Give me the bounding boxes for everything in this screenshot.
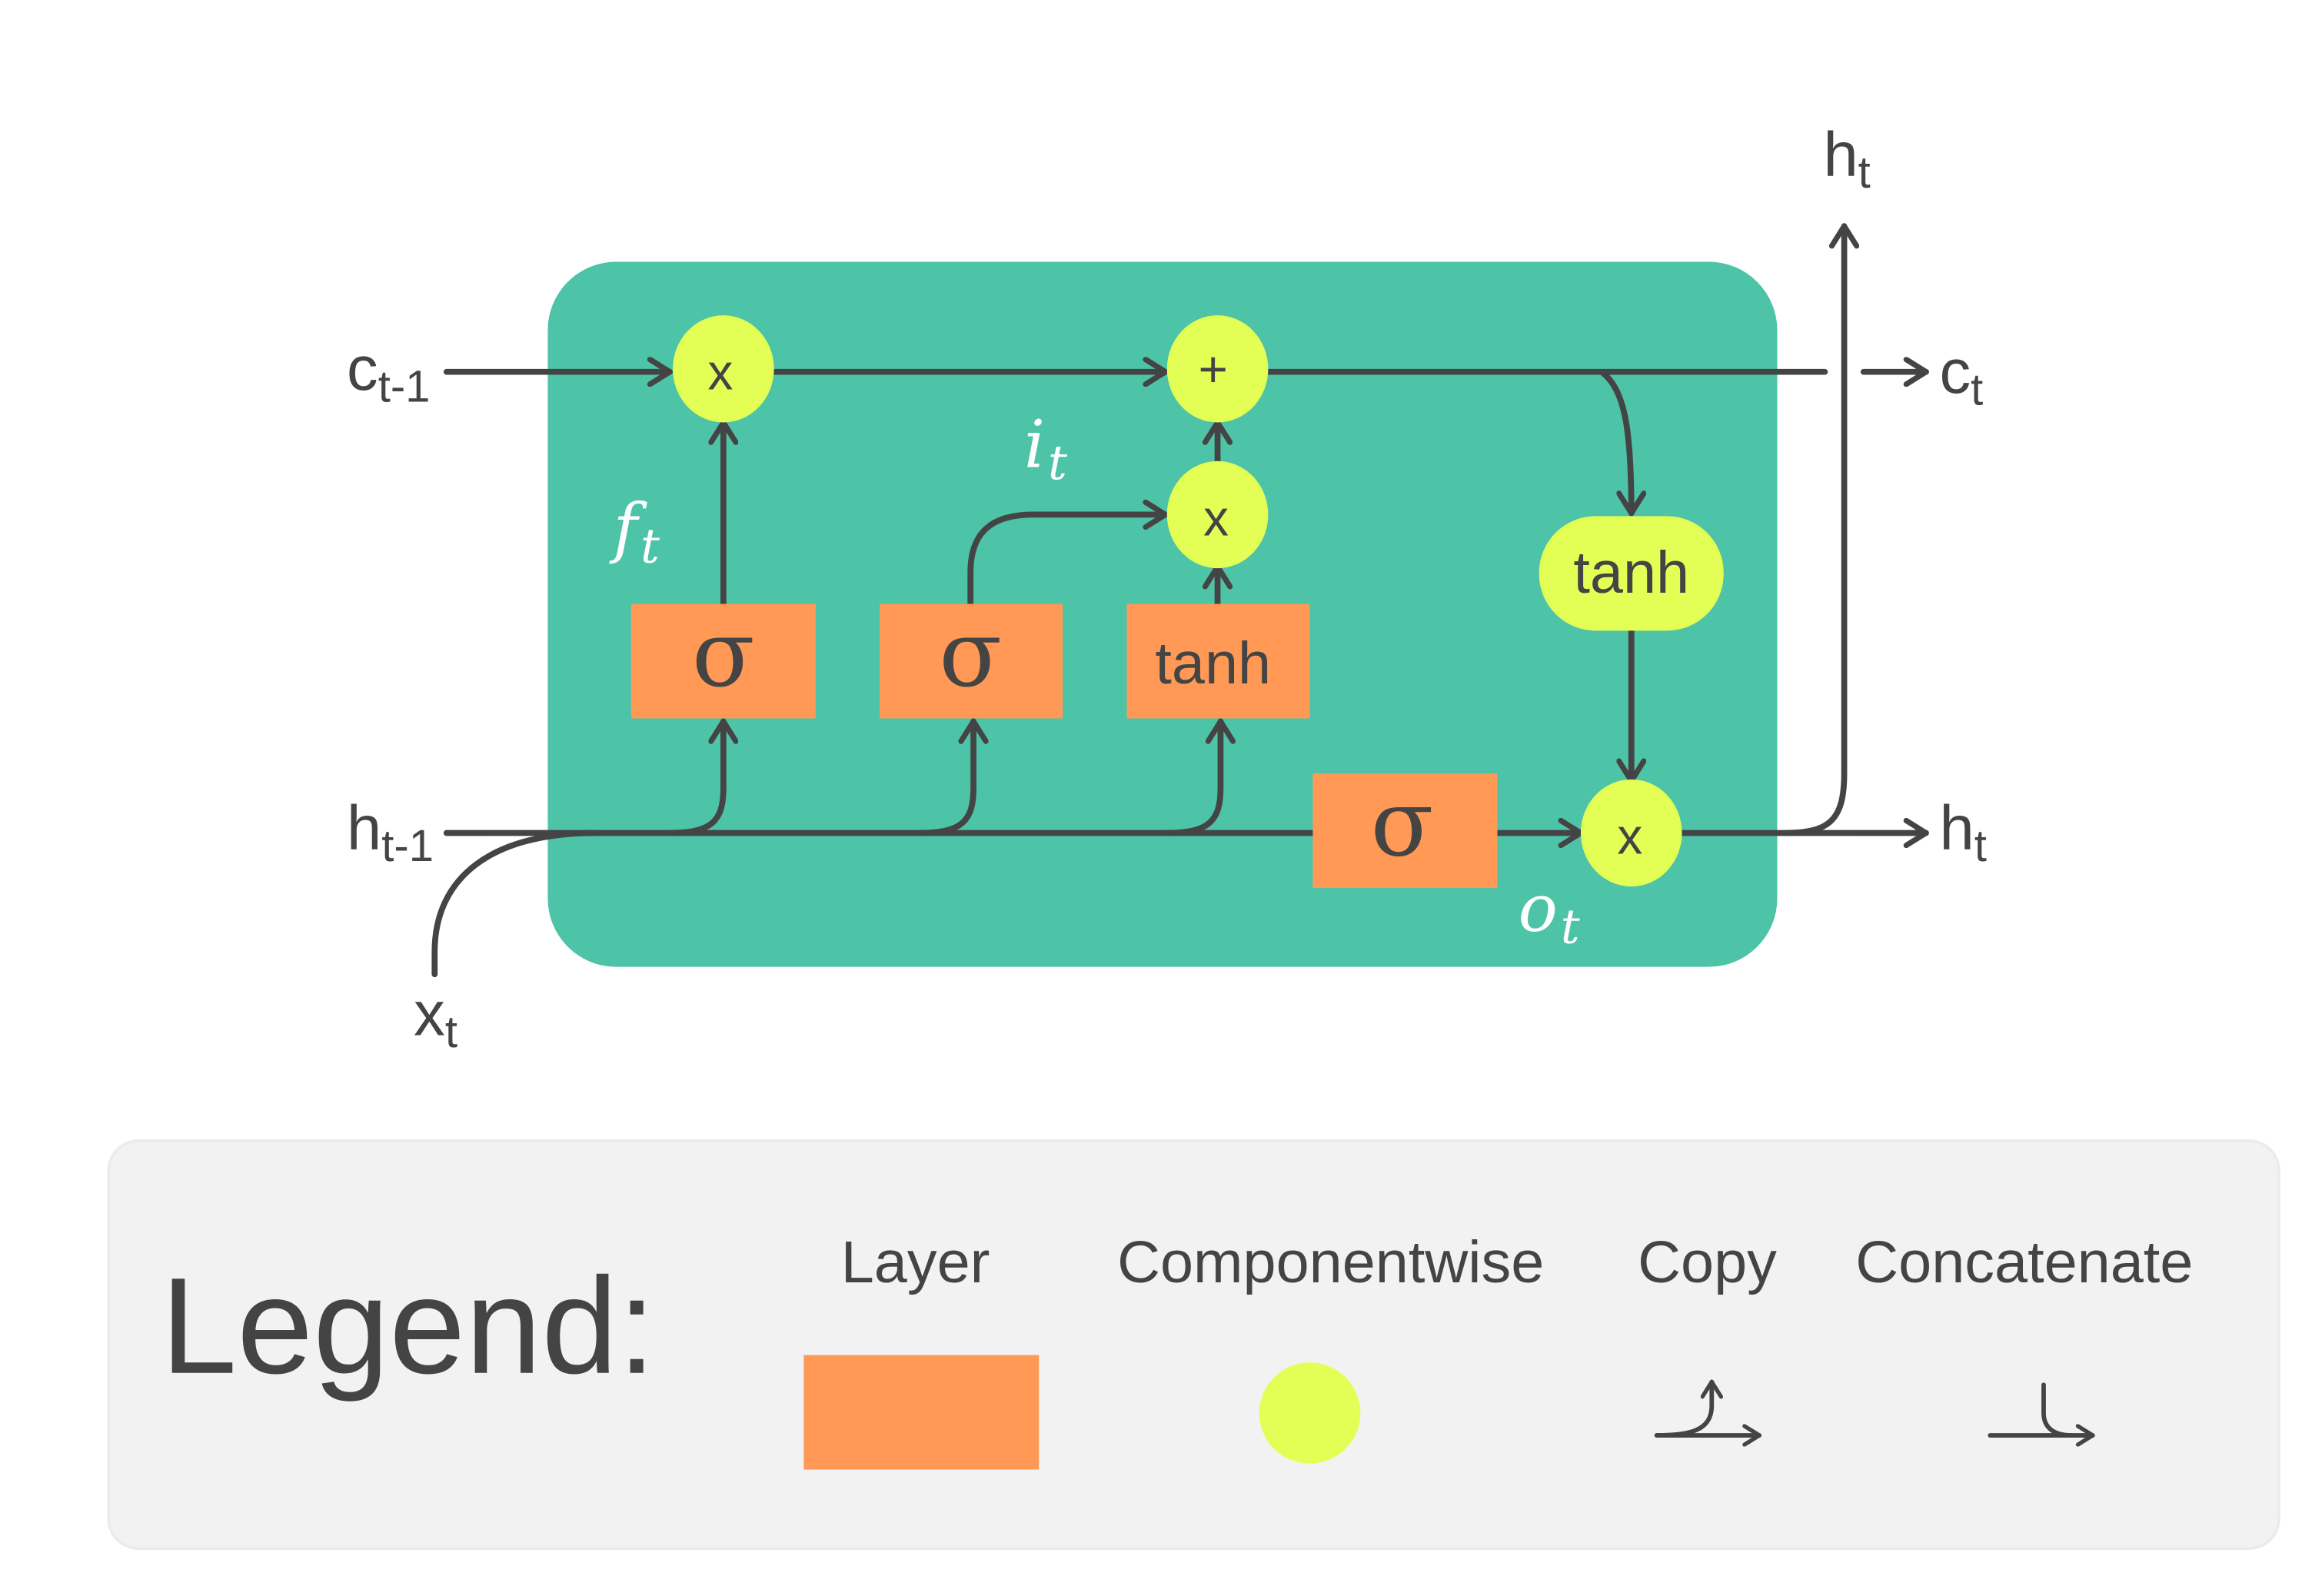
input-sigma-layer: σ — [880, 601, 1063, 719]
output-sigma-label: σ — [1371, 770, 1434, 877]
legend: Legend: Layer Componentwise Copy Concate… — [107, 1139, 2280, 1551]
input-multiply-op: x — [1166, 461, 1269, 569]
c-prev-label: ct-1 — [347, 334, 430, 411]
legend-componentwise-label: Componentwise — [1117, 1229, 1544, 1295]
lstm-diagram: σ σ tanh σ x + x tanh x ft it ot ct-1 ht… — [107, 119, 2280, 1551]
input-multiply-label: x — [1203, 489, 1229, 546]
forget-multiply-label: x — [708, 344, 734, 401]
forget-multiply-op: x — [673, 315, 774, 423]
cell-add-label: + — [1199, 341, 1228, 397]
legend-concatenate-label: Concatenate — [1855, 1229, 2193, 1295]
x-input-label: xt — [414, 979, 457, 1057]
output-sigma-layer: σ — [1312, 770, 1498, 889]
legend-copy-label: Copy — [1638, 1229, 1777, 1295]
h-out-right-label: ht — [1939, 793, 1986, 871]
legend-layer-label: Layer — [841, 1229, 990, 1295]
forget-sigma-layer: σ — [630, 601, 816, 719]
legend-title: Legend: — [161, 1249, 656, 1402]
candidate-tanh-layer: tanh — [1126, 603, 1310, 719]
h-out-top-label: ht — [1823, 119, 1870, 197]
hidden-output-up-wire — [1783, 223, 1845, 836]
legend-layer-swatch — [803, 1355, 1040, 1470]
h-prev-label: ht-1 — [347, 793, 434, 871]
cell-add-op: + — [1166, 315, 1269, 423]
input-sigma-label: σ — [939, 601, 1002, 708]
candidate-tanh-label: tanh — [1155, 630, 1271, 697]
legend-componentwise-swatch — [1259, 1362, 1361, 1464]
output-multiply-op: x — [1580, 779, 1682, 887]
cell-tanh-op: tanh — [1539, 516, 1724, 631]
cell-tanh-label: tanh — [1573, 540, 1689, 606]
c-out-label: ct — [1939, 337, 1983, 414]
output-multiply-label: x — [1617, 807, 1642, 864]
forget-sigma-label: σ — [692, 601, 755, 708]
